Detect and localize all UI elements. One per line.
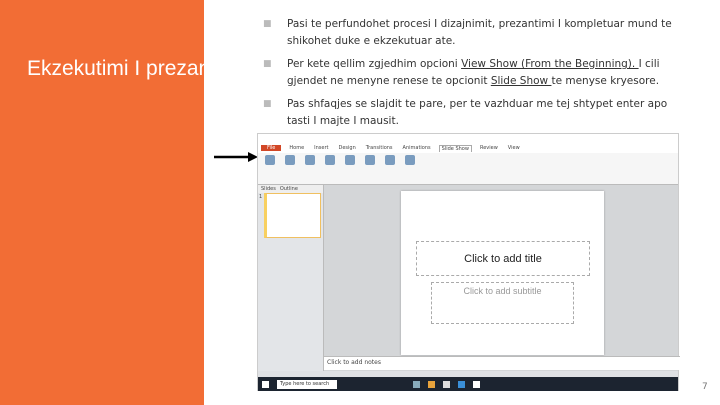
custom-show-button[interactable] [322,155,338,179]
edge-icon[interactable] [458,380,465,388]
from-current-slide-button[interactable] [282,155,298,179]
slides-panel: Slides Outline 1 [258,185,324,371]
view-show-link[interactable]: View Show (From the Beginning). [461,58,639,70]
chrome-icon[interactable] [428,380,435,388]
task-view-icon[interactable] [413,380,420,388]
windows-start-icon[interactable] [262,380,269,388]
bullet-icon: ■ [263,19,272,29]
title-placeholder[interactable]: Click to add title [416,241,590,276]
hide-slide-button[interactable] [362,155,378,179]
slide-show-link[interactable]: Slide Show [491,75,552,87]
ribbon-tabs: File Home Insert Design Transitions Anim… [258,143,678,153]
record-slideshow-button[interactable] [402,155,418,179]
tab-file[interactable]: File [261,145,282,151]
tab-home[interactable]: Home [287,145,306,151]
bullet-2: ■ Per kete qellim zgjedhim opcioni View … [263,58,660,87]
setup-slideshow-button[interactable] [342,155,358,179]
file-icon[interactable] [473,380,480,388]
slide-thumbnail[interactable] [264,193,321,238]
bullet-3: ■ Pas shfaqjes se slajdit te pare, per t… [263,98,668,127]
page-number: 7 [702,382,708,392]
slide-canvas: Click to add title Click to add subtitle [401,191,604,355]
store-icon[interactable] [443,380,450,388]
from-beginning-button[interactable] [262,155,278,179]
ribbon [258,153,678,185]
title-bar [258,134,678,143]
arrow-icon [214,152,258,162]
rehearse-timings-button[interactable] [382,155,398,179]
bullet-1: ■ Pasi te perfundohet procesi I dizajnim… [263,18,672,47]
tab-slide-show[interactable]: Slide Show [438,144,472,152]
tab-insert[interactable]: Insert [312,145,330,151]
tab-review[interactable]: Review [478,145,500,151]
tab-outline[interactable]: Outline [280,186,298,192]
tab-design[interactable]: Design [336,145,357,151]
tab-transitions[interactable]: Transitions [364,145,395,151]
tab-slides[interactable]: Slides [261,186,276,192]
tab-animations[interactable]: Animations [401,145,433,151]
taskbar: Type here to search [258,377,678,391]
taskbar-search[interactable]: Type here to search [277,379,337,389]
thumb-number: 1 [259,194,263,200]
notes-pane[interactable]: Click to add notes [324,356,680,370]
powerpoint-screenshot: File Home Insert Design Transitions Anim… [257,133,680,391]
broadcast-button[interactable] [302,155,318,179]
bullet-icon: ■ [263,59,272,69]
subtitle-placeholder[interactable]: Click to add subtitle [431,282,574,324]
tab-view[interactable]: View [506,145,522,151]
slide-title: Ekzekutimi I prezantimit [27,57,249,80]
bullet-icon: ■ [263,99,272,109]
